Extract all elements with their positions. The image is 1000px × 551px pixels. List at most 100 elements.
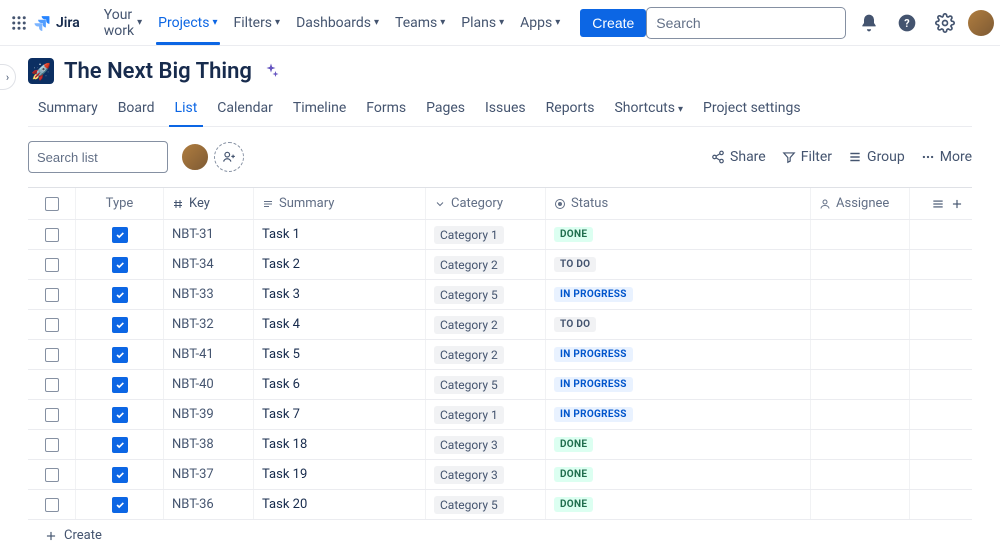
row-status-cell[interactable]: IN PROGRESS bbox=[546, 280, 811, 309]
row-select-cell[interactable] bbox=[28, 340, 76, 369]
column-settings-icon[interactable] bbox=[931, 197, 945, 211]
table-row[interactable]: NBT-41Task 5Category 2IN PROGRESS bbox=[28, 340, 972, 370]
row-category-cell[interactable]: Category 5 bbox=[426, 490, 546, 519]
row-status-cell[interactable]: DONE bbox=[546, 490, 811, 519]
list-search[interactable] bbox=[28, 141, 168, 173]
row-select-cell[interactable] bbox=[28, 280, 76, 309]
nav-item-dashboards[interactable]: Dashboards▾ bbox=[288, 0, 387, 45]
tab-forms[interactable]: Forms bbox=[356, 92, 416, 126]
row-assignee-cell[interactable] bbox=[811, 490, 910, 519]
tab-timeline[interactable]: Timeline bbox=[283, 92, 356, 126]
row-assignee-cell[interactable] bbox=[811, 460, 910, 489]
create-button[interactable]: Create bbox=[580, 9, 646, 37]
row-assignee-cell[interactable] bbox=[811, 430, 910, 459]
app-switcher-icon[interactable] bbox=[10, 11, 28, 35]
col-summary[interactable]: Summary bbox=[254, 188, 426, 219]
col-status[interactable]: Status bbox=[546, 188, 811, 219]
table-row[interactable]: NBT-37Task 19Category 3DONE bbox=[28, 460, 972, 490]
row-assignee-cell[interactable] bbox=[811, 220, 910, 249]
row-assignee-cell[interactable] bbox=[811, 310, 910, 339]
table-row[interactable]: NBT-31Task 1Category 1DONE bbox=[28, 220, 972, 250]
col-type[interactable]: Type bbox=[76, 188, 164, 219]
row-status-cell[interactable]: IN PROGRESS bbox=[546, 340, 811, 369]
row-category-cell[interactable]: Category 3 bbox=[426, 460, 546, 489]
table-row[interactable]: NBT-34Task 2Category 2TO DO bbox=[28, 250, 972, 280]
tab-reports[interactable]: Reports bbox=[536, 92, 605, 126]
row-checkbox[interactable] bbox=[45, 228, 59, 242]
row-category-cell[interactable]: Category 2 bbox=[426, 250, 546, 279]
tab-summary[interactable]: Summary bbox=[28, 92, 108, 126]
row-key-cell[interactable]: NBT-32 bbox=[164, 310, 254, 339]
row-select-cell[interactable] bbox=[28, 250, 76, 279]
row-status-cell[interactable]: IN PROGRESS bbox=[546, 400, 811, 429]
row-select-cell[interactable] bbox=[28, 370, 76, 399]
row-checkbox[interactable] bbox=[45, 498, 59, 512]
more-button[interactable]: More bbox=[921, 149, 972, 165]
user-avatar[interactable] bbox=[180, 142, 210, 172]
tab-shortcuts[interactable]: Shortcuts▾ bbox=[604, 92, 693, 126]
row-summary-cell[interactable]: Task 7 bbox=[254, 400, 426, 429]
row-category-cell[interactable]: Category 5 bbox=[426, 280, 546, 309]
row-assignee-cell[interactable] bbox=[811, 400, 910, 429]
tab-calendar[interactable]: Calendar bbox=[207, 92, 283, 126]
row-checkbox[interactable] bbox=[45, 288, 59, 302]
global-search-input[interactable] bbox=[656, 15, 837, 31]
row-assignee-cell[interactable] bbox=[811, 340, 910, 369]
col-assignee[interactable]: Assignee bbox=[811, 188, 910, 219]
nav-item-plans[interactable]: Plans▾ bbox=[453, 0, 512, 45]
row-key-cell[interactable]: NBT-39 bbox=[164, 400, 254, 429]
table-row[interactable]: NBT-38Task 18Category 3DONE bbox=[28, 430, 972, 460]
create-row-button[interactable]: Create bbox=[28, 520, 972, 551]
row-assignee-cell[interactable] bbox=[811, 370, 910, 399]
select-all-checkbox[interactable] bbox=[45, 197, 59, 211]
row-key-cell[interactable]: NBT-40 bbox=[164, 370, 254, 399]
row-summary-cell[interactable]: Task 1 bbox=[254, 220, 426, 249]
table-row[interactable]: NBT-33Task 3Category 5IN PROGRESS bbox=[28, 280, 972, 310]
row-summary-cell[interactable]: Task 4 bbox=[254, 310, 426, 339]
row-summary-cell[interactable]: Task 5 bbox=[254, 340, 426, 369]
row-key-cell[interactable]: NBT-37 bbox=[164, 460, 254, 489]
tab-issues[interactable]: Issues bbox=[475, 92, 536, 126]
profile-avatar[interactable] bbox=[968, 10, 994, 36]
row-summary-cell[interactable]: Task 20 bbox=[254, 490, 426, 519]
table-row[interactable]: NBT-36Task 20Category 5DONE bbox=[28, 490, 972, 520]
settings-icon[interactable] bbox=[930, 8, 960, 38]
row-category-cell[interactable]: Category 2 bbox=[426, 340, 546, 369]
row-summary-cell[interactable]: Task 2 bbox=[254, 250, 426, 279]
row-key-cell[interactable]: NBT-33 bbox=[164, 280, 254, 309]
row-checkbox[interactable] bbox=[45, 438, 59, 452]
tab-board[interactable]: Board bbox=[108, 92, 165, 126]
filter-button[interactable]: Filter bbox=[782, 149, 832, 165]
tab-project-settings[interactable]: Project settings bbox=[693, 92, 811, 126]
row-category-cell[interactable]: Category 3 bbox=[426, 430, 546, 459]
tab-pages[interactable]: Pages bbox=[416, 92, 475, 126]
col-key[interactable]: Key bbox=[164, 188, 254, 219]
row-key-cell[interactable]: NBT-36 bbox=[164, 490, 254, 519]
row-checkbox[interactable] bbox=[45, 318, 59, 332]
row-select-cell[interactable] bbox=[28, 310, 76, 339]
add-column-icon[interactable] bbox=[950, 197, 964, 211]
row-select-cell[interactable] bbox=[28, 400, 76, 429]
notifications-icon[interactable] bbox=[854, 8, 884, 38]
jira-logo[interactable]: Jira bbox=[32, 13, 80, 33]
row-select-cell[interactable] bbox=[28, 430, 76, 459]
share-button[interactable]: Share bbox=[711, 149, 766, 165]
nav-item-your-work[interactable]: Your work▾ bbox=[96, 0, 150, 45]
table-row[interactable]: NBT-40Task 6Category 5IN PROGRESS bbox=[28, 370, 972, 400]
row-checkbox[interactable] bbox=[45, 468, 59, 482]
row-category-cell[interactable]: Category 5 bbox=[426, 370, 546, 399]
row-summary-cell[interactable]: Task 18 bbox=[254, 430, 426, 459]
help-icon[interactable]: ? bbox=[892, 8, 922, 38]
row-select-cell[interactable] bbox=[28, 490, 76, 519]
row-summary-cell[interactable]: Task 6 bbox=[254, 370, 426, 399]
row-checkbox[interactable] bbox=[45, 348, 59, 362]
row-status-cell[interactable]: DONE bbox=[546, 460, 811, 489]
group-button[interactable]: Group bbox=[848, 149, 905, 165]
row-key-cell[interactable]: NBT-34 bbox=[164, 250, 254, 279]
row-assignee-cell[interactable] bbox=[811, 250, 910, 279]
table-row[interactable]: NBT-32Task 4Category 2TO DO bbox=[28, 310, 972, 340]
row-category-cell[interactable]: Category 1 bbox=[426, 400, 546, 429]
row-key-cell[interactable]: NBT-31 bbox=[164, 220, 254, 249]
nav-item-teams[interactable]: Teams▾ bbox=[387, 0, 453, 45]
row-checkbox[interactable] bbox=[45, 408, 59, 422]
